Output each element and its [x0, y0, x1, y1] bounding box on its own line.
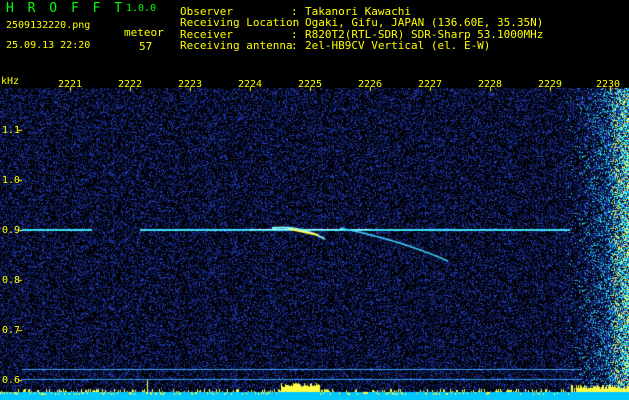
app-title: H R O F F T — [6, 1, 126, 16]
meteor-count: 57 — [139, 40, 153, 53]
info-separator: : — [291, 39, 298, 52]
app-version: 1.0.0 — [126, 3, 157, 14]
x-tick-label: 2225 — [298, 79, 323, 90]
header-panel: H R O F F T 1.0.0 2509132220.png meteor … — [0, 0, 629, 75]
info-separator: : — [291, 16, 298, 29]
meteor-label: meteor — [124, 26, 164, 39]
x-tick-label: 2228 — [478, 79, 503, 90]
file-name: 2509132220.png — [6, 20, 91, 31]
spectrogram-canvas — [0, 75, 629, 400]
x-tick-label: 2227 — [418, 79, 443, 90]
info-value-antenna: 2el-HB9CV Vertical (el. E-W) — [305, 39, 491, 52]
y-tick-label: 0.9 — [2, 225, 21, 236]
x-tick-label: 2224 — [238, 79, 263, 90]
y-tick-label: 0.6 — [2, 375, 21, 386]
x-tick-label: 2222 — [118, 79, 143, 90]
y-tick-label: 1.0 — [2, 175, 21, 186]
datetime: 25.09.13 22:20 — [6, 40, 91, 51]
y-tick-label: 1.1 — [2, 125, 21, 136]
x-tick-label: 2223 — [178, 79, 203, 90]
x-tick-label: 2226 — [358, 79, 383, 90]
spectrogram-panel: kHz 2221 2222 2223 2224 2225 2226 2227 2… — [0, 75, 629, 400]
x-tick-label: 2221 — [58, 79, 83, 90]
info-key-antenna: Receiving antenna — [180, 39, 293, 52]
x-tick-label: 2230 — [596, 79, 621, 90]
info-key-location: Receiving Location — [180, 16, 300, 29]
y-tick-label: 0.7 — [2, 325, 21, 336]
x-tick-label: 2229 — [538, 79, 563, 90]
y-tick-label: 0.8 — [2, 275, 21, 286]
y-axis-unit: kHz — [1, 76, 20, 87]
info-value-location: Ogaki, Gifu, JAPAN (136.60E, 35.35N) — [305, 16, 544, 29]
